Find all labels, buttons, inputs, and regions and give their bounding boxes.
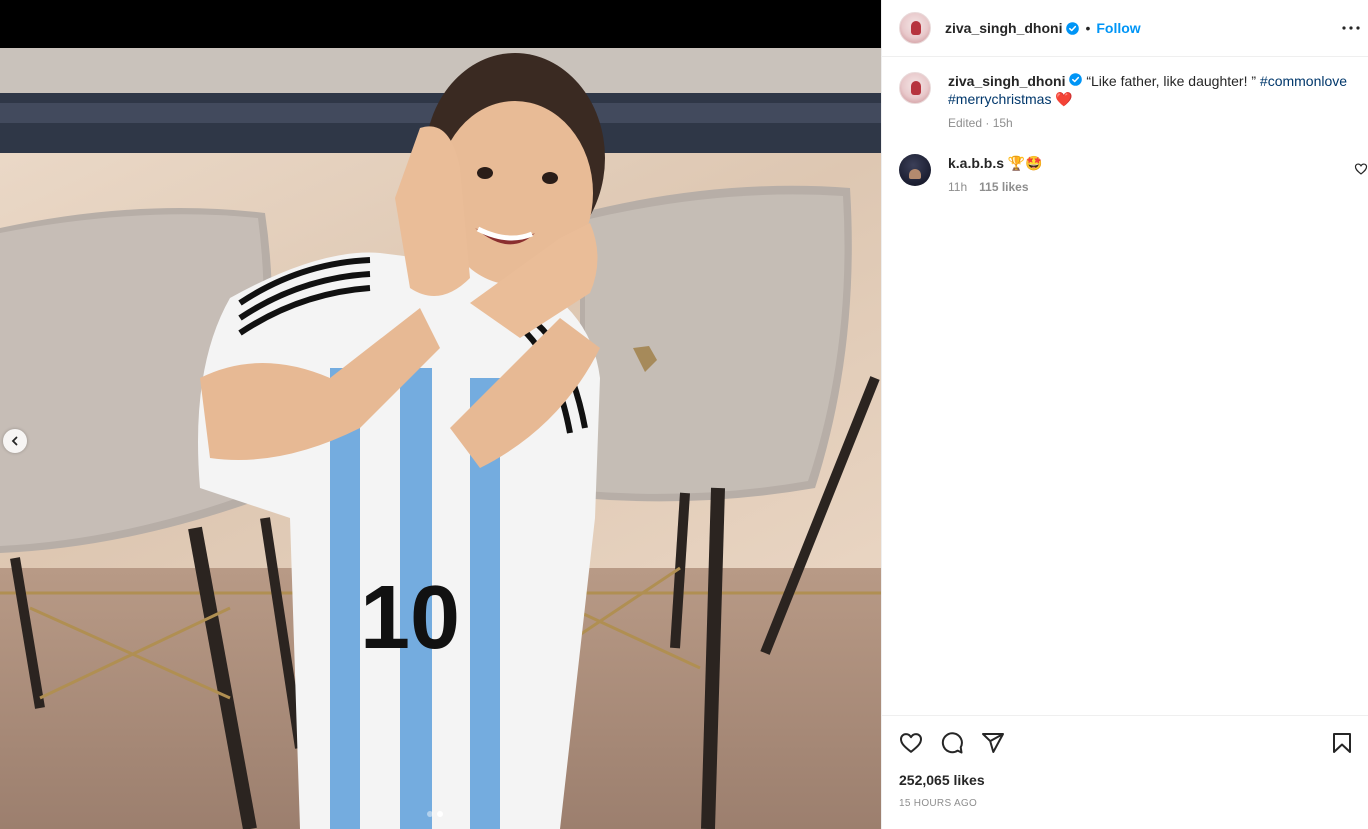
post-caption: ziva_singh_dhoni “Like father, like daug… [899, 72, 1359, 132]
caption-body: ziva_singh_dhoni “Like father, like daug… [948, 72, 1359, 132]
share-icon[interactable] [981, 731, 1005, 755]
comment-text: 🏆🤩 [1007, 155, 1043, 171]
comment-age: 11h [948, 180, 968, 194]
comment-like-heart-icon[interactable] [1354, 162, 1368, 176]
post-actions: 252,065 likes 15 HOURS AGO [882, 715, 1368, 809]
more-options-button[interactable] [1339, 16, 1363, 40]
follow-button[interactable]: Follow [1096, 20, 1140, 36]
carousel-dot-1 [427, 811, 433, 817]
action-icons [899, 731, 1354, 757]
post-photo[interactable]: 10 [0, 48, 881, 829]
bookmark-icon[interactable] [1330, 731, 1354, 755]
hashtag-link[interactable]: #merrychristmas [948, 91, 1051, 107]
chevron-left-icon [11, 436, 18, 446]
header-separator: • [1085, 20, 1091, 36]
media-panel: 10 [0, 0, 881, 829]
verified-badge-icon [1069, 73, 1083, 86]
likes-count[interactable]: 252,065 likes [899, 772, 985, 788]
commenter-username[interactable]: k.a.b.b.s [948, 155, 1004, 171]
author-username[interactable]: ziva_singh_dhoni [945, 20, 1062, 36]
heart-icon[interactable] [899, 731, 923, 755]
caption-author-avatar[interactable] [899, 72, 931, 104]
more-options-icon [1342, 26, 1360, 30]
carousel-prev-button[interactable] [3, 429, 27, 453]
hashtag-link[interactable]: #commonlove [1260, 73, 1347, 89]
caption-author-username[interactable]: ziva_singh_dhoni [948, 73, 1065, 89]
comment-item: k.a.b.b.s 🏆🤩 11h 115 likes [899, 154, 1368, 194]
post-header: ziva_singh_dhoni • Follow [882, 0, 1368, 57]
comment-meta: 11h 115 likes [948, 180, 1043, 194]
comment-likes[interactable]: 115 likes [979, 180, 1028, 194]
comment-icon[interactable] [940, 731, 964, 755]
post-timestamp[interactable]: 15 HOURS AGO [899, 798, 977, 809]
author-avatar[interactable] [899, 12, 931, 44]
caption-text: “Like father, like daughter! ” [1086, 73, 1260, 89]
caption-edited-meta: Edited · 15h [948, 116, 1013, 130]
verified-badge-icon [1066, 21, 1080, 35]
commenter-avatar[interactable] [899, 154, 931, 186]
post-sidebar: ziva_singh_dhoni • Follow ziva_singh_dho… [881, 0, 1368, 829]
carousel-indicator [427, 811, 443, 817]
photo-illustration: 10 [0, 48, 881, 829]
carousel-dot-2 [437, 811, 443, 817]
svg-text:10: 10 [360, 568, 460, 668]
comment-body: k.a.b.b.s 🏆🤩 11h 115 likes [948, 154, 1043, 194]
heart-emoji: ❤️ [1055, 91, 1073, 107]
instagram-post-view: 10 ziva_singh_dhoni • Follow ziva_singh_… [0, 0, 1368, 829]
